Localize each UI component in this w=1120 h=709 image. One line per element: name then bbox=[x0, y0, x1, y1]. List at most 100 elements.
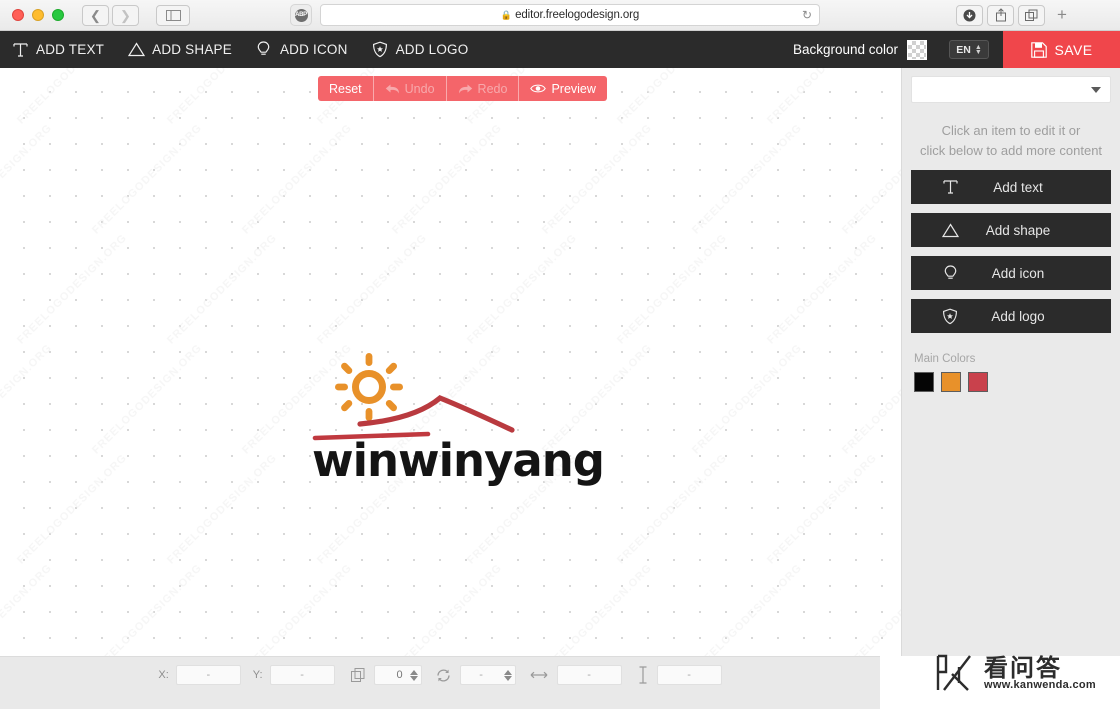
element-select-dropdown[interactable] bbox=[911, 76, 1111, 103]
language-selector[interactable]: EN ▲ ▼ bbox=[949, 40, 989, 59]
height-arrow-icon bbox=[638, 666, 648, 684]
watermark-text: FREELOGODESIGN.ORG bbox=[165, 451, 280, 567]
add-logo-toolbar-button[interactable]: ADD LOGO bbox=[370, 31, 469, 68]
undo-label: Undo bbox=[404, 81, 435, 96]
watermark-text: FREELOGODESIGN.ORG bbox=[15, 231, 130, 347]
chevron-left-icon: ❮ bbox=[90, 7, 101, 23]
background-color-swatch[interactable] bbox=[907, 39, 927, 60]
add-icon-label: Add icon bbox=[991, 265, 1045, 281]
watermark-text: FREELOGODESIGN.ORG bbox=[0, 561, 55, 656]
layer-order-stepper[interactable] bbox=[407, 665, 422, 685]
watermark-text: FREELOGODESIGN.ORG bbox=[690, 341, 805, 457]
preview-label: Preview bbox=[551, 81, 596, 96]
chevron-down-icon bbox=[1091, 86, 1101, 93]
window-controls bbox=[12, 9, 64, 21]
share-icon bbox=[995, 8, 1006, 22]
watermark-text: FREELOGODESIGN.ORG bbox=[390, 121, 505, 237]
add-text-label: Add text bbox=[993, 179, 1043, 195]
stepper-up-icon bbox=[504, 669, 513, 675]
triangle-icon bbox=[933, 222, 967, 238]
watermark-text: FREELOGODESIGN.ORG bbox=[165, 68, 280, 127]
address-bar[interactable]: 🔒 editor.freelogodesign.org ↻ bbox=[320, 4, 820, 26]
x-label: X: bbox=[158, 669, 169, 681]
layer-order-input[interactable]: 0 bbox=[373, 665, 408, 685]
reset-button[interactable]: Reset bbox=[318, 76, 374, 101]
shield-icon bbox=[370, 40, 390, 60]
watermark-text: FREELOGODESIGN.ORG bbox=[765, 231, 880, 347]
reload-icon[interactable]: ↻ bbox=[802, 8, 812, 22]
width-input[interactable]: - bbox=[556, 665, 622, 685]
add-text-button[interactable]: Add text bbox=[911, 170, 1111, 204]
undo-button[interactable]: Undo bbox=[374, 76, 447, 101]
browser-nav-group: ❮ ❯ bbox=[82, 4, 190, 26]
layer-order-group: 0 bbox=[373, 665, 422, 685]
watermark-text: FREELOGODESIGN.ORG bbox=[90, 121, 205, 237]
add-text-toolbar-button[interactable]: ADD TEXT bbox=[10, 31, 104, 68]
sidebar-hint: Click an item to edit it or click below … bbox=[916, 121, 1106, 161]
redo-arrow-icon bbox=[458, 84, 472, 93]
add-icon-toolbar-button[interactable]: ADD ICON bbox=[254, 31, 348, 68]
adblock-icon: ABP bbox=[294, 8, 308, 22]
language-label: EN bbox=[956, 43, 971, 56]
watermark-text: FREELOGODESIGN.ORG bbox=[0, 121, 55, 237]
forward-button[interactable]: ❯ bbox=[112, 4, 139, 26]
watermark-text: FREELOGODESIGN.ORG bbox=[540, 561, 655, 656]
save-button[interactable]: SAVE bbox=[1003, 31, 1120, 68]
watermark-text: FREELOGODESIGN.ORG bbox=[240, 561, 355, 656]
lightbulb-icon bbox=[254, 40, 274, 60]
watermark-text: FREELOGODESIGN.ORG bbox=[840, 561, 901, 656]
logo-text[interactable]: winwinyang bbox=[312, 434, 605, 487]
stepper-down-icon bbox=[504, 675, 513, 681]
layers-icon bbox=[350, 668, 365, 682]
main-colors-swatches bbox=[914, 372, 1120, 392]
add-shape-toolbar-button[interactable]: ADD SHAPE bbox=[126, 31, 232, 68]
floppy-disk-icon bbox=[1030, 41, 1047, 58]
rotation-input[interactable]: - bbox=[459, 665, 502, 685]
kanwenda-watermark: 看问答 www.kanwenda.com bbox=[930, 650, 1096, 696]
add-shape-button[interactable]: Add shape bbox=[911, 213, 1111, 247]
right-sidebar: Click an item to edit it or click below … bbox=[901, 68, 1120, 656]
downloads-button[interactable] bbox=[956, 4, 983, 26]
watermark-text: FREELOGODESIGN.ORG bbox=[15, 451, 130, 567]
color-swatch-3[interactable] bbox=[968, 372, 988, 392]
undo-arrow-icon bbox=[385, 84, 399, 93]
new-tab-button[interactable]: + bbox=[1057, 5, 1067, 25]
add-shape-toolbar-label: ADD SHAPE bbox=[152, 42, 232, 57]
watermark-text: FREELOGODESIGN.ORG bbox=[165, 231, 280, 347]
add-shape-label: Add shape bbox=[985, 222, 1051, 238]
logo-artwork[interactable]: winwinyang bbox=[300, 346, 605, 496]
rotation-stepper[interactable] bbox=[501, 665, 516, 685]
redo-button[interactable]: Redo bbox=[447, 76, 520, 101]
add-icon-button[interactable]: Add icon bbox=[911, 256, 1111, 290]
color-swatch-2[interactable] bbox=[941, 372, 961, 392]
rotation-group: - bbox=[459, 665, 516, 685]
x-input[interactable]: - bbox=[175, 665, 241, 685]
maximize-window-button[interactable] bbox=[52, 9, 64, 21]
logo-canvas[interactable]: FREELOGODESIGN.ORG FREELOGODESIGN.ORG FREE… bbox=[0, 68, 901, 656]
watermark-text: FREELOGODESIGN.ORG bbox=[240, 121, 355, 237]
watermark-text: FREELOGODESIGN.ORG bbox=[690, 121, 805, 237]
close-window-button[interactable] bbox=[12, 9, 24, 21]
sidebar-toggle-button[interactable] bbox=[156, 4, 190, 26]
minimize-window-button[interactable] bbox=[32, 9, 44, 21]
preview-button[interactable]: Preview bbox=[519, 76, 606, 101]
add-logo-button[interactable]: Add logo bbox=[911, 299, 1111, 333]
tab-overview-button[interactable] bbox=[1018, 4, 1045, 26]
share-button[interactable] bbox=[987, 4, 1014, 26]
watermark-text: FREELOGODESIGN.ORG bbox=[540, 121, 655, 237]
redo-label: Redo bbox=[477, 81, 508, 96]
bottom-strip bbox=[0, 693, 880, 709]
width-arrow-icon bbox=[530, 670, 548, 680]
height-input[interactable]: - bbox=[656, 665, 722, 685]
color-swatch-1[interactable] bbox=[914, 372, 934, 392]
adblock-button[interactable]: ABP bbox=[290, 4, 312, 26]
browser-toolbar: ❮ ❯ ABP 🔒 editor.freelogodesign.org ↻ + bbox=[0, 0, 1120, 31]
app-toolbar: ADD TEXT ADD SHAPE ADD ICON ADD LOGO Bac… bbox=[0, 31, 1120, 68]
watermark-text: FREELOGODESIGN.ORG bbox=[465, 231, 580, 347]
toolbar-right-group: Background color EN ▲ ▼ SAVE bbox=[793, 31, 1120, 68]
y-input[interactable]: - bbox=[269, 665, 335, 685]
watermark-text: FREELOGODESIGN.ORG bbox=[765, 451, 880, 567]
chevron-updown-icon: ▲ ▼ bbox=[974, 43, 982, 56]
kanwenda-cn: 看问答 bbox=[984, 654, 1062, 682]
back-button[interactable]: ❮ bbox=[82, 4, 109, 26]
